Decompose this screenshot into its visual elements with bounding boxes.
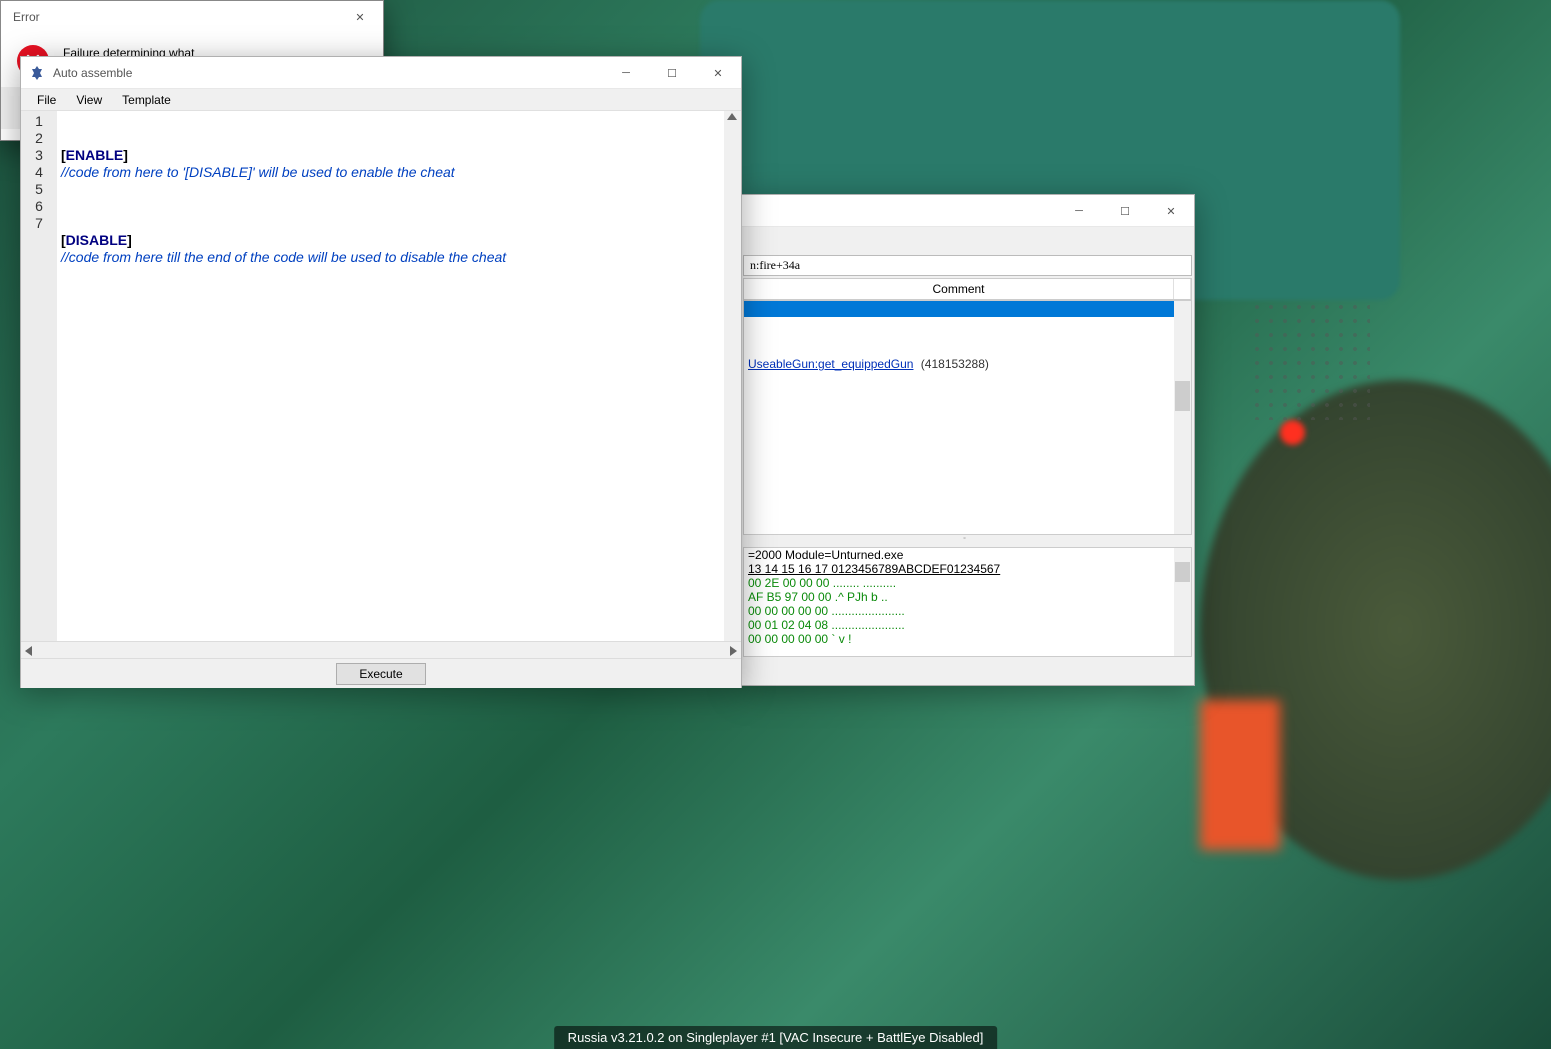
minimize-button[interactable]: ─ bbox=[603, 57, 649, 89]
code-line[interactable]: //code from here till the end of the cod… bbox=[61, 249, 737, 266]
hex-row[interactable]: AF B5 97 00 00 .^ PJh b .. bbox=[744, 590, 1191, 604]
titlebar[interactable]: Auto assemble ─ ☐ ✕ bbox=[21, 57, 741, 89]
function-link[interactable]: UseableGun:get_equippedGun bbox=[744, 355, 917, 373]
code-editor[interactable]: 1234567 [ENABLE]//code from here to '[DI… bbox=[21, 111, 741, 641]
menu-bar: File View Template bbox=[21, 89, 741, 111]
memory-viewer-window: ─ ☐ ✕ n:fire+34a Comment UseableGun:get_… bbox=[740, 194, 1195, 686]
minimize-button[interactable]: ─ bbox=[1056, 195, 1102, 227]
menu-file[interactable]: File bbox=[27, 91, 66, 109]
scrollbar[interactable] bbox=[1174, 301, 1191, 534]
code-line[interactable] bbox=[61, 198, 737, 215]
menu-template[interactable]: Template bbox=[112, 91, 181, 109]
menu-view[interactable]: View bbox=[66, 91, 112, 109]
code-area[interactable]: [ENABLE]//code from here to '[DISABLE]' … bbox=[57, 111, 741, 641]
hex-row[interactable]: 00 01 02 04 08 ...................... bbox=[744, 618, 1191, 632]
hex-viewer[interactable]: =2000 Module=Unturned.exe 13 14 15 16 17… bbox=[743, 547, 1192, 657]
close-button[interactable]: ✕ bbox=[695, 57, 741, 89]
selected-row[interactable] bbox=[744, 301, 1191, 317]
column-headers: Comment bbox=[743, 278, 1192, 300]
window-title: Auto assemble bbox=[53, 66, 603, 80]
scrollbar[interactable] bbox=[1174, 548, 1191, 656]
function-offset: (418153288) bbox=[917, 357, 988, 371]
code-line[interactable]: [DISABLE] bbox=[61, 232, 737, 249]
titlebar[interactable]: ─ ☐ ✕ bbox=[741, 195, 1194, 227]
line-gutter: 1234567 bbox=[21, 111, 57, 641]
game-status-bar: Russia v3.21.0.2 on Singleplayer #1 [VAC… bbox=[554, 1026, 998, 1049]
comment-column-header[interactable]: Comment bbox=[744, 279, 1174, 299]
close-button[interactable]: ✕ bbox=[1148, 195, 1194, 227]
hex-column-header: 13 14 15 16 17 0123456789ABCDEF01234567 bbox=[744, 562, 1191, 576]
horizontal-scrollbar[interactable] bbox=[21, 641, 741, 658]
code-line[interactable] bbox=[61, 215, 737, 232]
pane-splitter[interactable]: ° bbox=[741, 535, 1194, 547]
address-input[interactable]: n:fire+34a bbox=[743, 255, 1192, 276]
hex-row[interactable]: 00 00 00 00 00 ...................... bbox=[744, 604, 1191, 618]
auto-assemble-window: Auto assemble ─ ☐ ✕ File View Template 1… bbox=[20, 56, 742, 688]
maximize-button[interactable]: ☐ bbox=[1102, 195, 1148, 227]
code-line[interactable] bbox=[61, 181, 737, 198]
hex-row[interactable]: 00 00 00 00 00 ` v ! bbox=[744, 632, 1191, 646]
hex-module-header: =2000 Module=Unturned.exe bbox=[744, 548, 1191, 562]
maximize-button[interactable]: ☐ bbox=[649, 57, 695, 89]
scrollbar[interactable] bbox=[724, 111, 741, 641]
disassembly-list[interactable]: UseableGun:get_equippedGun (418153288) bbox=[743, 300, 1192, 535]
hex-row[interactable]: 00 2E 00 00 00 ........ .......... bbox=[744, 576, 1191, 590]
code-line[interactable]: //code from here to '[DISABLE]' will be … bbox=[61, 164, 737, 181]
execute-bar: Execute bbox=[21, 658, 741, 688]
code-line[interactable]: [ENABLE] bbox=[61, 147, 737, 164]
app-icon bbox=[29, 65, 45, 81]
execute-button[interactable]: Execute bbox=[336, 663, 425, 685]
